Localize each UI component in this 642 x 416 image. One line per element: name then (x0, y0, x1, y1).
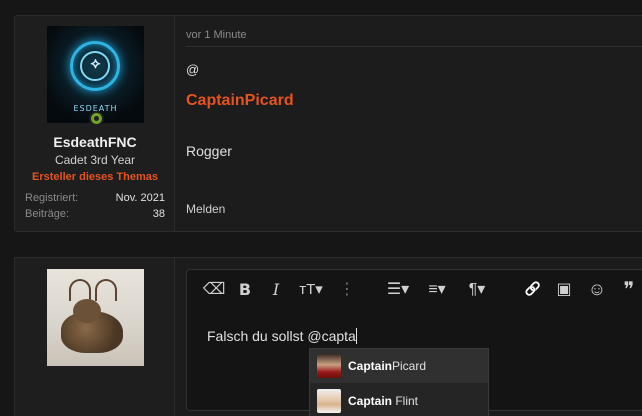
user-avatar[interactable]: ⟡ ESDEATH (47, 26, 144, 123)
italic-icon[interactable]: I (270, 280, 282, 299)
thread-starter-badge: Ersteller dieses Themas (32, 171, 158, 183)
suggestion-item[interactable]: Captain Flint (310, 384, 488, 416)
mention-username-link[interactable]: CaptainPicard (186, 92, 294, 110)
bold-icon[interactable]: B (238, 280, 252, 299)
message-post: ⟡ ESDEATH EsdeathFNC Cadet 3rd Year Erst… (14, 15, 642, 232)
avatar-cat-head (73, 299, 101, 323)
more-vertical-icon[interactable]: ⋮ (339, 280, 355, 298)
paragraph-icon[interactable]: ¶▾ (463, 280, 491, 298)
suggestion-item[interactable]: CaptainPicard (310, 349, 488, 383)
editor-toolbar: ⌫ B I тT▾ ⋮ ☰▾ ≡▾ ¶▾ 🔗 ▣ ☺ ❞ (187, 270, 642, 308)
image-icon[interactable]: ▣ (554, 280, 574, 298)
emoji-icon[interactable]: ☺ (587, 279, 607, 299)
text-size-icon[interactable]: тT▾ (295, 280, 327, 298)
suggestion-label: CaptainPicard (348, 359, 427, 373)
avatar-antler-left (69, 279, 91, 301)
report-link[interactable]: Melden (186, 202, 225, 216)
user-title: Cadet 3rd Year (54, 153, 136, 167)
link-icon[interactable]: 🔗 (523, 280, 543, 298)
list-icon[interactable]: ☰▾ (383, 280, 413, 298)
post-body-text: Rogger (186, 143, 232, 159)
align-icon[interactable]: ≡▾ (423, 280, 451, 298)
suggestion-avatar (317, 389, 341, 413)
current-user-avatar[interactable] (47, 269, 144, 366)
editor-typed-text: Falsch du sollst @capta (207, 328, 356, 344)
user-stat-registered: Registriert: Nov. 2021 (25, 192, 165, 204)
post-message-cell: vor 1 Minute @ CaptainPicard Rogger Meld… (176, 16, 642, 231)
suggestion-label: Captain Flint (348, 394, 419, 408)
reply-user-cell (15, 258, 175, 416)
mention-suggestions-dropdown: CaptainPicard Captain Flint (309, 348, 489, 416)
stat-value: Nov. 2021 (115, 192, 165, 204)
post-user-cell: ⟡ ESDEATH EsdeathFNC Cadet 3rd Year Erst… (15, 16, 175, 231)
post-timestamp[interactable]: vor 1 Minute (186, 29, 247, 41)
editor-content[interactable]: Falsch du sollst @capta (207, 328, 357, 344)
avatar-logo-icon: ⟡ (90, 55, 101, 72)
username-link[interactable]: EsdeathFNC (15, 134, 175, 150)
user-stat-posts: Beiträge: 38 (25, 208, 165, 220)
post-header-divider (186, 46, 642, 47)
mention-at-sign: @ (186, 62, 200, 77)
suggestion-avatar (317, 354, 341, 378)
eraser-icon[interactable]: ⌫ (203, 280, 226, 298)
avatar-antler-right (95, 279, 117, 301)
online-status-icon (89, 111, 104, 126)
stat-value: 38 (152, 208, 165, 220)
quote-icon[interactable]: ❞ (619, 279, 639, 301)
text-caret (355, 328, 357, 344)
stat-label: Registriert: (25, 192, 79, 204)
stat-label: Beiträge: (25, 208, 70, 220)
